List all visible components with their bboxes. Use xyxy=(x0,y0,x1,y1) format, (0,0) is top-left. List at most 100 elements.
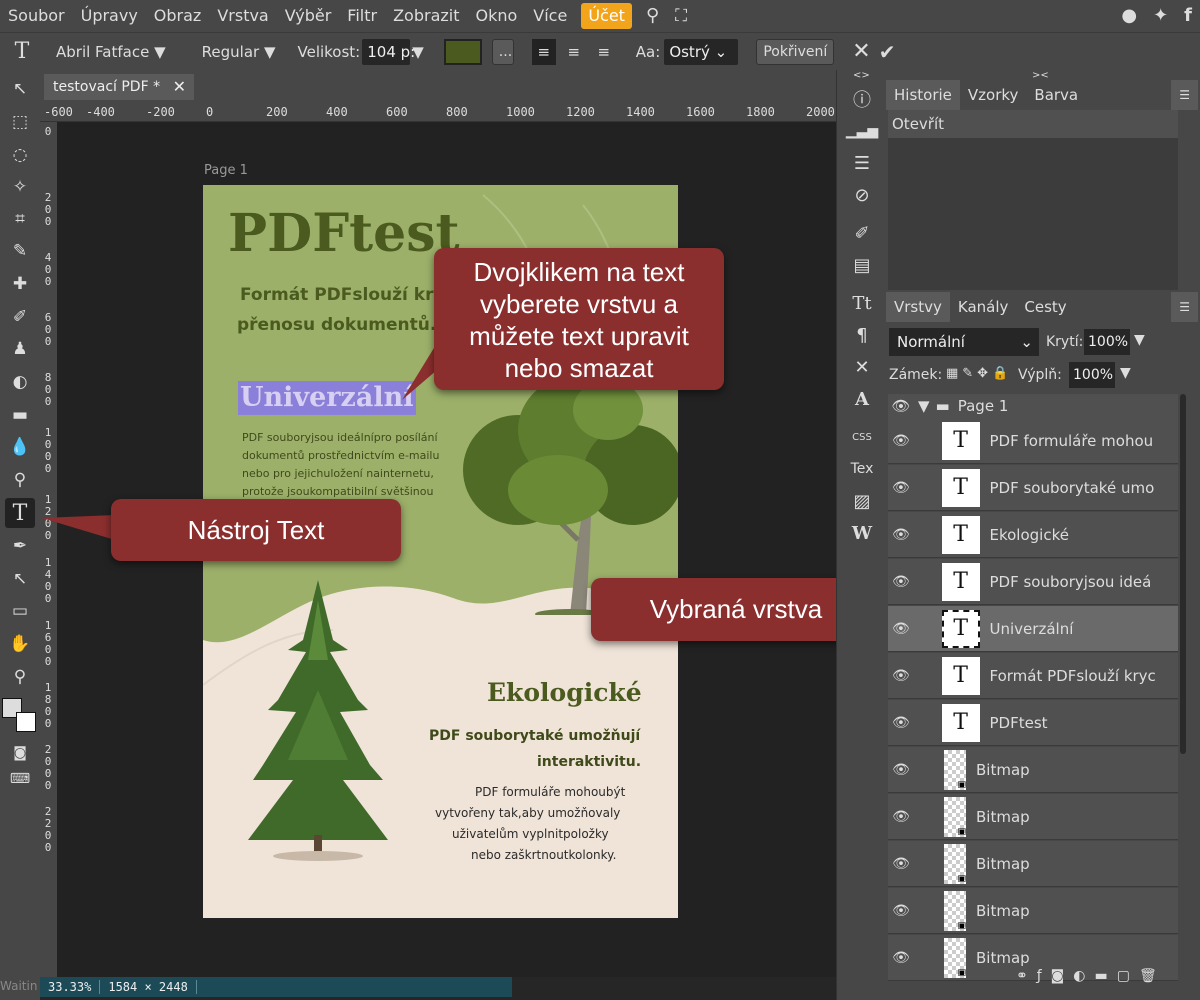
menu-file[interactable]: Soubor xyxy=(0,0,73,32)
effects-icon[interactable]: ƒ xyxy=(1037,968,1051,984)
lock-icons[interactable]: ▦✎✥🔒 xyxy=(946,366,1012,381)
pen-tool-icon[interactable]: ✒ xyxy=(5,531,35,561)
layer-row[interactable]: 👁 T PDF souboryjsou ideá xyxy=(888,559,1178,605)
mask-icon[interactable]: ◙ xyxy=(1051,968,1074,984)
body-text-line[interactable]: protože jsoukompatibilní světšinou xyxy=(242,485,433,498)
tex-icon[interactable]: Tex xyxy=(847,454,877,484)
brush-tool-icon[interactable]: ✐ xyxy=(5,302,35,332)
new-layer-icon[interactable]: ▢ xyxy=(1117,968,1139,984)
blend-mode-select[interactable]: Normální ⌄ xyxy=(889,328,1039,356)
menu-image[interactable]: Obraz xyxy=(146,0,210,32)
text-color-swatch[interactable] xyxy=(443,38,482,65)
fill-input[interactable]: 100% xyxy=(1069,362,1115,388)
align-center-icon[interactable]: ≡ xyxy=(562,43,586,61)
info-icon[interactable]: ⓘ xyxy=(847,84,877,114)
layer-row[interactable]: 👁 T Univerzální xyxy=(888,606,1178,652)
menu-filter[interactable]: Filtr xyxy=(339,0,385,32)
more-options-button[interactable]: ... xyxy=(491,38,514,65)
gradient-tool-icon[interactable]: ▬ xyxy=(5,400,35,430)
tab-color[interactable]: Barva xyxy=(1026,80,1086,110)
tools-icon[interactable]: ✕ xyxy=(847,352,877,382)
body-text-line[interactable]: nebo pro jejichuložení nainternetu, xyxy=(242,467,434,480)
delete-layer-icon[interactable]: 🗑 xyxy=(1139,968,1166,984)
eco-subtitle-line1[interactable]: PDF souborytaké umožňují xyxy=(429,728,640,744)
confirm-icon[interactable]: ✔ xyxy=(879,40,896,64)
layers-scrollbar[interactable] xyxy=(1180,394,1186,754)
css-icon[interactable]: CSS xyxy=(847,422,877,452)
eye-icon[interactable]: 👁 xyxy=(888,856,914,872)
layer-row[interactable]: 👁 ▣ Bitmap xyxy=(888,841,1178,887)
page-subtitle-line2[interactable]: přenosu dokumentů. xyxy=(237,315,436,335)
eco-body-line[interactable]: nebo zaškrtnoutkolonky. xyxy=(471,848,616,862)
antialias-select[interactable]: Ostrý ⌄ xyxy=(664,38,739,65)
text-tool-icon[interactable]: T xyxy=(5,498,35,528)
panel-menu-icon[interactable]: ☰ xyxy=(1171,292,1198,322)
tab-channels[interactable]: Kanály xyxy=(950,292,1017,322)
menu-more[interactable]: Více xyxy=(525,0,575,32)
document-tab[interactable]: testovací PDF * ✕ xyxy=(44,74,194,100)
lasso-tool-icon[interactable]: ◌ xyxy=(5,140,35,170)
fullscreen-icon[interactable]: ⛶ xyxy=(667,0,695,32)
font-family-select[interactable]: Abril Fatface ▼ xyxy=(56,43,166,61)
layer-row[interactable]: 👁 T Formát PDFslouží kryc xyxy=(888,653,1178,699)
navigator-icon[interactable]: ⊘ xyxy=(847,180,877,210)
histogram-icon[interactable]: ▁▃▅ xyxy=(846,116,878,146)
move-tool-icon[interactable]: ↖ xyxy=(5,74,35,104)
eye-icon[interactable]: 👁 xyxy=(888,621,914,637)
eye-icon[interactable]: 👁 xyxy=(888,950,914,966)
shape-tool-icon[interactable]: ▭ xyxy=(5,596,35,626)
reddit-icon[interactable]: ● xyxy=(1113,0,1145,32)
tab-swatches[interactable]: Vzorky xyxy=(960,80,1027,110)
wikipedia-icon[interactable]: W xyxy=(847,518,877,548)
eyedropper-icon[interactable]: ✎ xyxy=(5,236,35,266)
layer-row[interactable]: 👁 T PDF formuláře mohou xyxy=(888,418,1178,464)
eye-icon[interactable]: 👁 xyxy=(888,480,914,496)
tab-history[interactable]: Historie xyxy=(886,80,960,110)
body-text-line[interactable]: PDF souboryjsou ideálnípro posílání xyxy=(242,431,438,444)
chevron-down-icon[interactable]: ▼ xyxy=(412,43,424,61)
magic-wand-icon[interactable]: ✧ xyxy=(5,172,35,202)
menu-window[interactable]: Okno xyxy=(467,0,525,32)
eco-subtitle-line2[interactable]: interaktivitu. xyxy=(537,754,641,770)
menu-edit[interactable]: Úpravy xyxy=(73,0,146,32)
brush-settings-icon[interactable]: ✐ xyxy=(847,218,877,248)
image-icon[interactable]: ▨ xyxy=(847,486,877,516)
align-left-icon[interactable]: ≡ xyxy=(531,38,556,65)
cancel-icon[interactable]: ✕ xyxy=(852,39,870,64)
crop-tool-icon[interactable]: ⌗ xyxy=(5,204,35,234)
selected-heading-text[interactable]: Univerzální xyxy=(238,381,416,415)
zoom-tool-icon[interactable]: ⚲ xyxy=(5,662,35,692)
eye-icon[interactable]: 👁 xyxy=(888,903,914,919)
layer-row[interactable]: 👁 T PDFtest xyxy=(888,700,1178,746)
chevron-down-icon[interactable]: ▼ xyxy=(1120,365,1131,381)
tab-paths[interactable]: Cesty xyxy=(1016,292,1074,322)
eco-body-line[interactable]: PDF formuláře mohoubýt xyxy=(475,785,625,799)
layer-row[interactable]: 👁 T Ekologické xyxy=(888,512,1178,558)
layer-row[interactable]: 👁 T PDF souborytaké umo xyxy=(888,465,1178,511)
link-icon[interactable]: ⚭ xyxy=(1016,968,1037,984)
eco-heading[interactable]: Ekologické xyxy=(487,678,642,707)
layer-row[interactable]: 👁 ▣ Bitmap xyxy=(888,888,1178,934)
zoom-level[interactable]: 33.33% xyxy=(40,980,101,994)
stamp-tool-icon[interactable]: ♟ xyxy=(5,334,35,364)
body-text-line[interactable]: dokumentů prostřednictvím e-mailu xyxy=(242,449,439,462)
path-select-icon[interactable]: ↖ xyxy=(5,564,35,594)
layer-row[interactable]: 👁 ▣ Bitmap xyxy=(888,747,1178,793)
twitter-icon[interactable]: ✦ xyxy=(1145,0,1176,32)
eye-icon[interactable]: 👁 xyxy=(888,433,914,449)
eye-icon[interactable]: 👁 xyxy=(888,762,914,778)
layer-row[interactable]: 👁 ▣ Bitmap xyxy=(888,794,1178,840)
warp-text-button[interactable]: Pokřivení xyxy=(756,38,835,65)
background-color-swatch[interactable] xyxy=(16,712,36,732)
eraser-tool-icon[interactable]: ◐ xyxy=(5,367,35,397)
keyboard-icon[interactable]: ⌨ xyxy=(5,764,35,794)
hand-tool-icon[interactable]: ✋ xyxy=(5,629,35,659)
search-icon[interactable]: ⚲ xyxy=(638,0,667,32)
eco-body-line[interactable]: vytvořeny tak,aby umožňovaly xyxy=(435,806,620,820)
chevron-down-icon[interactable]: ▼ xyxy=(1134,332,1145,348)
adjustment-layer-icon[interactable]: ◐ xyxy=(1073,968,1094,984)
group-expand-icon[interactable]: ▼ xyxy=(918,397,930,415)
paragraph-icon[interactable]: ¶ xyxy=(847,320,877,350)
opacity-input[interactable]: 100% xyxy=(1084,329,1130,355)
eye-icon[interactable]: 👁 xyxy=(888,809,914,825)
